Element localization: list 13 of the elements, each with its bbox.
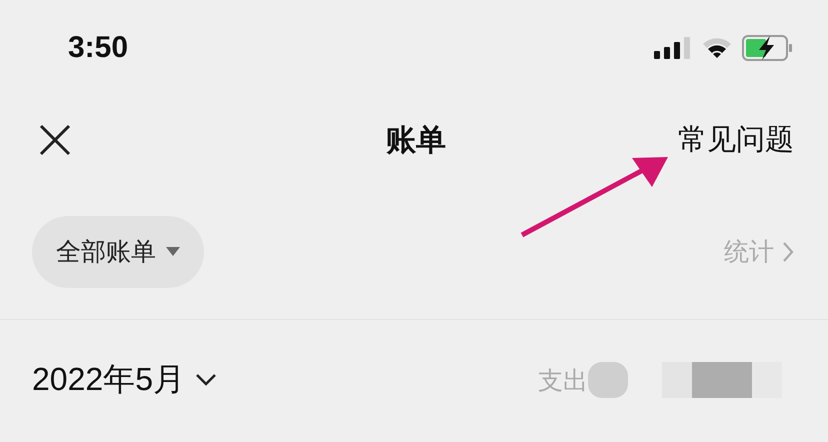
signal-icon — [654, 37, 692, 59]
battery-charging-icon — [742, 35, 794, 61]
wifi-icon — [702, 37, 732, 59]
chevron-down-icon — [194, 373, 217, 387]
status-time: 3:50 — [68, 31, 128, 65]
page-title: 账单 — [386, 122, 446, 160]
expense-label: 支出 — [538, 364, 588, 396]
faq-link[interactable]: 常见问题 — [678, 120, 794, 160]
month-selector[interactable]: 2022年5月 — [32, 358, 217, 402]
chevron-right-icon — [782, 240, 794, 262]
caret-icon — [166, 247, 180, 256]
close-icon[interactable] — [38, 123, 72, 157]
bill-filter-dropdown[interactable]: 全部账单 — [32, 216, 204, 288]
